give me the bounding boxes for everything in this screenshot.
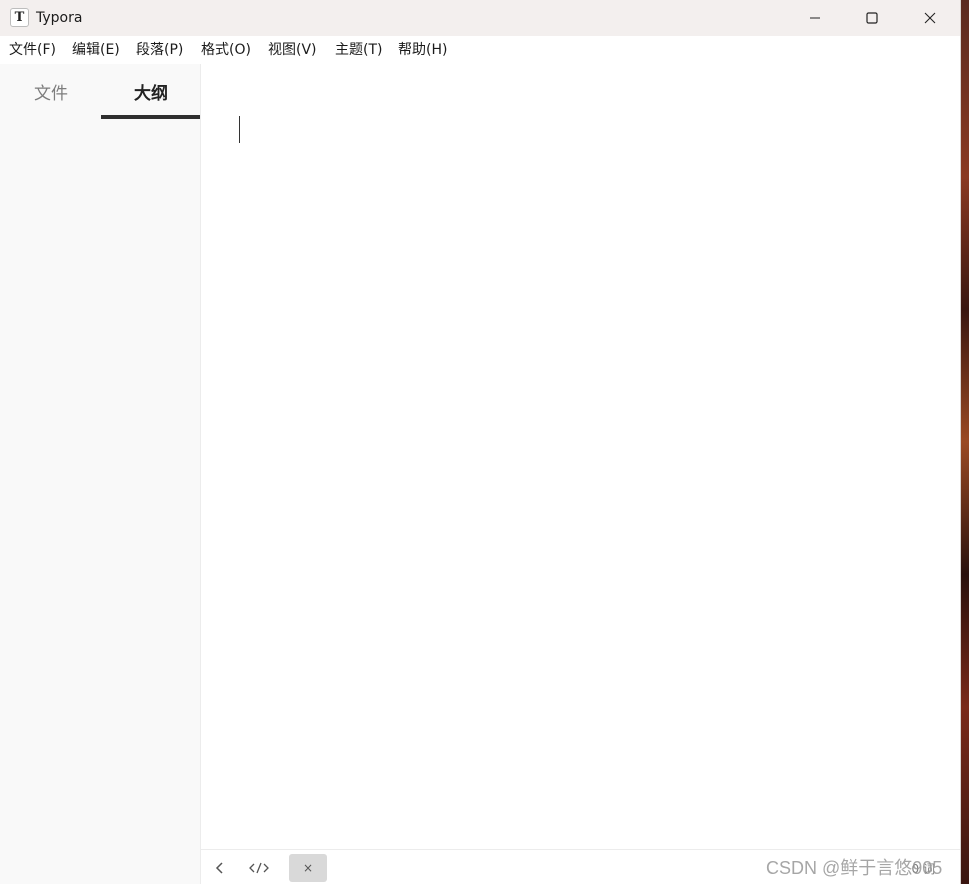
maximize-button[interactable]	[843, 0, 901, 36]
menu-file[interactable]: 文件(F)	[9, 42, 56, 59]
tab-outline[interactable]: 大纲	[101, 64, 201, 120]
chevron-left-icon	[215, 862, 223, 874]
source-code-mode-button[interactable]	[245, 854, 273, 882]
desktop-wallpaper	[960, 0, 969, 884]
menu-edit[interactable]: 编辑(E)	[72, 42, 120, 59]
code-icon	[249, 862, 269, 874]
minimize-icon	[810, 17, 820, 19]
menu-view[interactable]: 视图(V)	[268, 42, 317, 59]
menu-help[interactable]: 帮助(H)	[398, 42, 447, 59]
minimize-button[interactable]	[786, 0, 844, 36]
menu-theme[interactable]: 主题(T)	[335, 42, 382, 59]
typora-app-icon[interactable]: T	[10, 8, 29, 27]
menu-format[interactable]: 格式(O)	[201, 42, 251, 59]
close-icon	[924, 12, 936, 24]
typora-window: T Typora 文件(F) 编辑(E) 段落(P) 格式(O) 视图(V) 主…	[0, 0, 961, 884]
menu-bar: 文件(F) 编辑(E) 段落(P) 格式(O) 视图(V) 主题(T) 帮助(H…	[0, 36, 960, 64]
tab-files[interactable]: 文件	[1, 64, 101, 120]
editor-area[interactable]	[201, 64, 960, 849]
window-title: Typora	[36, 10, 83, 26]
csdn-watermark: CSDN @鲜于言悠905	[766, 858, 943, 878]
text-cursor	[239, 116, 240, 143]
sidebar: 文件 大纲	[0, 64, 201, 884]
close-button[interactable]: ×	[289, 854, 327, 882]
title-bar[interactable]: T Typora	[0, 0, 960, 36]
maximize-icon	[866, 12, 878, 24]
close-window-button[interactable]	[901, 0, 959, 36]
active-tab-indicator	[101, 115, 200, 119]
menu-paragraph[interactable]: 段落(P)	[136, 42, 183, 59]
toggle-sidebar-button[interactable]	[209, 854, 231, 882]
